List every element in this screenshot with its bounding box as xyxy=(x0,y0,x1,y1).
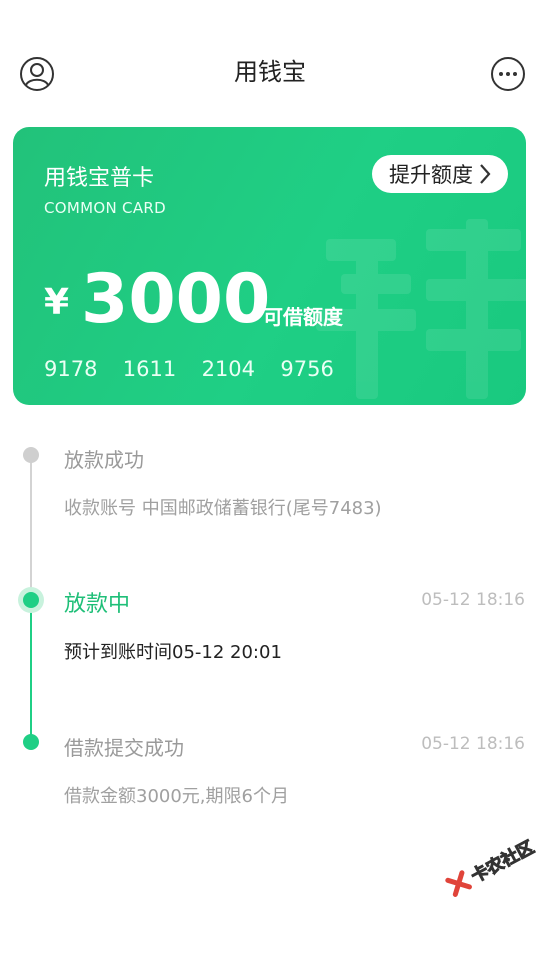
timeline-item-detail: 借款金额3000元,期限6个月 xyxy=(64,786,289,807)
timeline-item-time: 05-12 18:16 xyxy=(421,734,525,754)
amount-label: 可借额度 xyxy=(263,305,343,329)
timeline-dot-done xyxy=(23,734,39,750)
card-name: 用钱宝普卡 xyxy=(44,166,155,191)
loan-card: 用钱宝普卡 COMMON CARD 提升额度 ¥ 3000 可借额度 9178 … xyxy=(13,127,526,405)
timeline-item-detail: 预计到账时间05-12 20:01 xyxy=(64,642,282,663)
timeline-dot-current-inner xyxy=(23,592,39,608)
card-number: 9178 1611 2104 9756 xyxy=(44,357,334,381)
currency-symbol: ¥ xyxy=(44,282,70,323)
page-title: 用钱宝 xyxy=(234,58,306,86)
watermark-text: 卡农社区 xyxy=(468,837,538,888)
card-subtitle: COMMON CARD xyxy=(44,199,166,217)
timeline-item-detail: 收款账号 中国邮政储蓄银行(尾号7483) xyxy=(64,498,382,519)
timeline-connector-gray xyxy=(30,462,32,604)
timeline-item-time: 05-12 18:16 xyxy=(421,590,525,610)
raise-limit-button[interactable]: 提升额度 xyxy=(372,155,508,193)
timeline-dot-pending xyxy=(23,447,39,463)
raise-limit-label: 提升额度 xyxy=(389,163,473,187)
available-amount: 3000 xyxy=(81,260,271,339)
chevron-right-icon xyxy=(479,163,491,185)
more-dots-icon xyxy=(491,57,525,91)
forum-watermark: 卡农社区 xyxy=(440,825,540,925)
timeline-connector-green xyxy=(30,612,32,742)
more-button[interactable] xyxy=(490,56,526,92)
timeline-item-title: 放款中 xyxy=(64,592,131,617)
forum-logo-icon xyxy=(445,870,472,897)
app-header: 用钱宝 xyxy=(0,0,540,128)
amount-row: ¥ 3000 可借额度 xyxy=(44,260,514,344)
timeline-item-title: 放款成功 xyxy=(64,448,144,472)
timeline-item-title: 借款提交成功 xyxy=(64,736,184,760)
loan-status-timeline: 放款成功 收款账号 中国邮政储蓄银行(尾号7483) 放款中 05-12 18:… xyxy=(0,420,540,840)
